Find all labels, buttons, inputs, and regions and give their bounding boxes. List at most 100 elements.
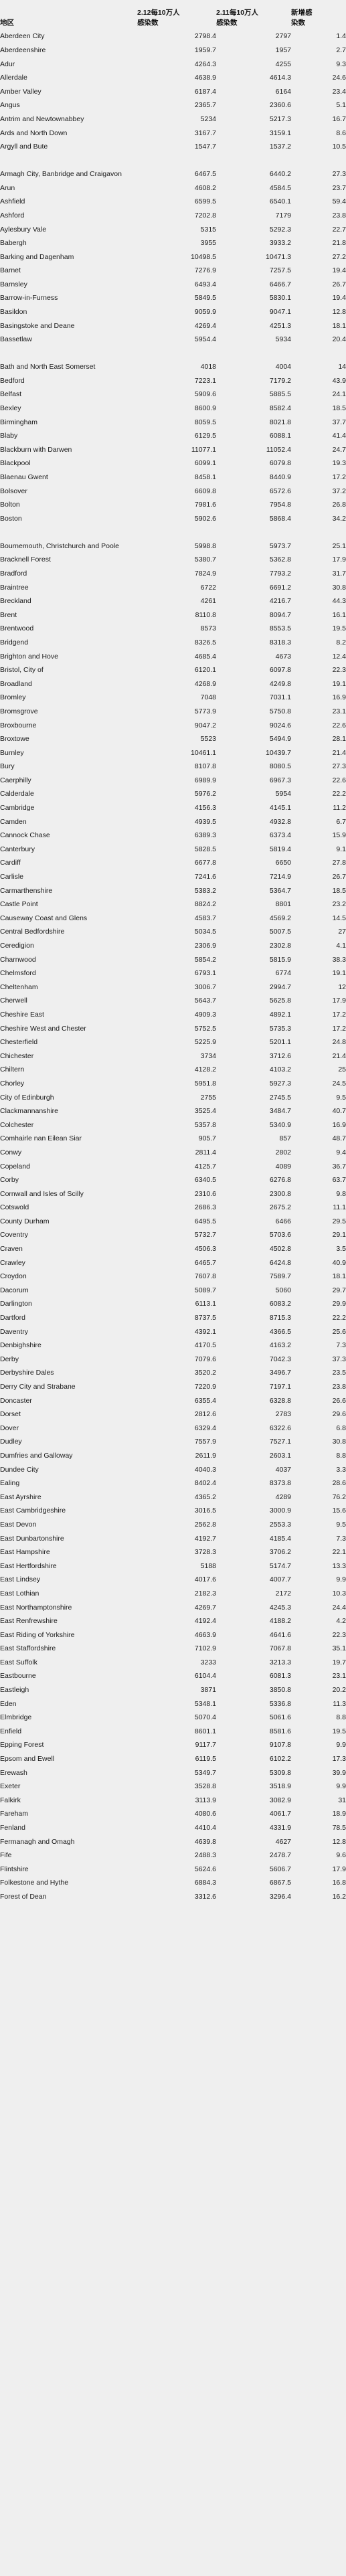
- cell-new-infections: 17.9: [291, 551, 346, 566]
- cell-new-infections: 24.5: [291, 1075, 346, 1090]
- cell-rate-212: 2182.3: [137, 1585, 216, 1600]
- cell-new-infections: 16.9: [291, 689, 346, 703]
- table-row: Eastbourne 6104.4 6081.3 23.1: [0, 1668, 346, 1682]
- cell-new-infections: 11.1: [291, 1199, 346, 1213]
- cell-rate-212: 4170.5: [137, 1337, 216, 1351]
- table-row: Fife 2488.3 2478.7 9.6: [0, 1847, 346, 1861]
- table-row: Fareham 4080.6 4061.7 18.9: [0, 1806, 346, 1820]
- cell-new-infections: 9.9: [291, 1778, 346, 1792]
- cell-region: East Renfrewshire: [0, 1612, 137, 1627]
- cell-region: Antrim and Newtownabbey: [0, 110, 137, 125]
- cell-new-infections: 16.7: [291, 110, 346, 125]
- cell-region: Canterbury: [0, 841, 137, 855]
- cell-rate-212: 4939.5: [137, 813, 216, 827]
- cell-rate-212: 4261: [137, 592, 216, 607]
- table-row: Birmingham 8059.5 8021.8 37.7: [0, 414, 346, 428]
- cell-rate-212: 6465.7: [137, 1254, 216, 1268]
- table-row: Bexley 8600.9 8582.4 18.5: [0, 400, 346, 414]
- table-row: Erewash 5349.7 5309.8 39.9: [0, 1764, 346, 1778]
- cell-rate-211: 7067.8: [216, 1640, 291, 1654]
- cell-new-infections: 17.2: [291, 468, 346, 483]
- cell-new-infections: 4.1: [291, 937, 346, 952]
- cell-rate-211: 8373.8: [216, 1474, 291, 1489]
- table-header-row: 地区 2.12每10万人 感染数 2.11每10万人 感染数 新增感 染数: [0, 0, 346, 28]
- table-row: Bassetlaw 5954.4 5934 20.4: [0, 331, 346, 345]
- cell-new-infections: 24.1: [291, 386, 346, 400]
- cell-rate-212: 2306.9: [137, 937, 216, 952]
- table-row: Boston 5902.6 5868.4 34.2: [0, 510, 346, 524]
- cell-new-infections: 8.8: [291, 1709, 346, 1723]
- cell-rate-211: 2783: [216, 1405, 291, 1420]
- cell-new-infections: 9.9: [291, 1737, 346, 1751]
- cell-region: Craven: [0, 1240, 137, 1255]
- cell-rate-212: 7202.8: [137, 207, 216, 222]
- table-row: Aylesbury Vale 5315 5292.3 22.7: [0, 221, 346, 235]
- cell-region: Epping Forest: [0, 1737, 137, 1751]
- cell-rate-211: 6097.8: [216, 661, 291, 676]
- cell-rate-212: 2798.4: [137, 28, 216, 42]
- cell-rate-212: 4192.7: [137, 1530, 216, 1544]
- cell-region: East Lindsey: [0, 1571, 137, 1585]
- table-row: Bracknell Forest 5380.7 5362.8 17.9: [0, 551, 346, 566]
- cell-new-infections: 3.5: [291, 1240, 346, 1255]
- cell-rate-211: 3850.8: [216, 1681, 291, 1696]
- cell-rate-211: 7527.1: [216, 1434, 291, 1448]
- cell-region: Bromsgrove: [0, 703, 137, 717]
- cell-region: Fenland: [0, 1819, 137, 1834]
- cell-region: Chorley: [0, 1075, 137, 1090]
- table-row: Crawley 6465.7 6424.8 40.9: [0, 1254, 346, 1268]
- cell-rate-211: 3296.4: [216, 1888, 291, 1903]
- cell-rate-212: 7223.1: [137, 372, 216, 387]
- cell-rate-211: 5201.1: [216, 1033, 291, 1048]
- cell-region: East Lothian: [0, 1585, 137, 1600]
- cell-new-infections: 24.6: [291, 69, 346, 84]
- cell-rate-212: 3528.8: [137, 1778, 216, 1792]
- cell-rate-212: 8458.1: [137, 468, 216, 483]
- column-header-212: 2.12每10万人 感染数: [137, 0, 216, 28]
- cell-rate-211: 6691.2: [216, 579, 291, 593]
- table-row: Chorley 5951.8 5927.3 24.5: [0, 1075, 346, 1090]
- cell-region: Folkestone and Hythe: [0, 1875, 137, 1889]
- cell-rate-211: 4245.3: [216, 1599, 291, 1613]
- cell-region: Darlington: [0, 1296, 137, 1310]
- cell-region: Belfast: [0, 386, 137, 400]
- cell-rate-212: 7220.9: [137, 1378, 216, 1393]
- table-row: Aberdeen City 2798.4 2797 1.4: [0, 28, 346, 42]
- cell-rate-211: 5819.4: [216, 841, 291, 855]
- cell-rate-212: 7048: [137, 689, 216, 703]
- cell-new-infections: 17.2: [291, 1020, 346, 1034]
- cell-rate-212: 5034.5: [137, 924, 216, 938]
- cell-region: Castle Point: [0, 895, 137, 910]
- table-row: Angus 2365.7 2360.6 5.1: [0, 96, 346, 111]
- cell-new-infections: 19.1: [291, 964, 346, 979]
- table-row: Bolsover 6609.8 6572.6 37.2: [0, 483, 346, 497]
- cell-rate-212: 3016.5: [137, 1502, 216, 1517]
- table-row: Antrim and Newtownabbey 5234 5217.3 16.7: [0, 110, 346, 125]
- cell-rate-211: 8553.5: [216, 620, 291, 634]
- cell-region: Aberdeenshire: [0, 41, 137, 56]
- cell-rate-212: 2488.3: [137, 1847, 216, 1861]
- cell-new-infections: 19.7: [291, 1654, 346, 1668]
- cell-rate-212: 4583.7: [137, 910, 216, 924]
- cell-region: Fareham: [0, 1806, 137, 1820]
- cell-rate-211: 5362.8: [216, 551, 291, 566]
- cell-rate-212: 7241.6: [137, 868, 216, 883]
- cell-rate-211: 5735.3: [216, 1020, 291, 1034]
- cell-region: Arun: [0, 179, 137, 193]
- cell-rate-211: 8440.9: [216, 468, 291, 483]
- cell-region: Angus: [0, 96, 137, 111]
- cell-rate-211: 6572.6: [216, 483, 291, 497]
- cell-region: Forest of Dean: [0, 1888, 137, 1903]
- cell-new-infections: 28.6: [291, 1474, 346, 1489]
- table-row: Cornwall and Isles of Scilly 2310.6 2300.8…: [0, 1185, 346, 1199]
- cell-new-infections: 28.1: [291, 730, 346, 745]
- cell-new-infections: 27: [291, 924, 346, 938]
- table-row: Bournemouth, Christchurch and Poole 5998.…: [0, 524, 346, 551]
- cell-rate-211: 2300.8: [216, 1185, 291, 1199]
- cell-rate-211: 8582.4: [216, 400, 291, 414]
- cell-rate-212: 4018: [137, 345, 216, 373]
- cell-new-infections: 34.2: [291, 510, 346, 524]
- table-header: 地区 2.12每10万人 感染数 2.11每10万人 感染数 新增感 染数: [0, 0, 346, 28]
- cell-rate-211: 6466: [216, 1213, 291, 1227]
- table-row: Ashfield 6599.5 6540.1 59.4: [0, 193, 346, 207]
